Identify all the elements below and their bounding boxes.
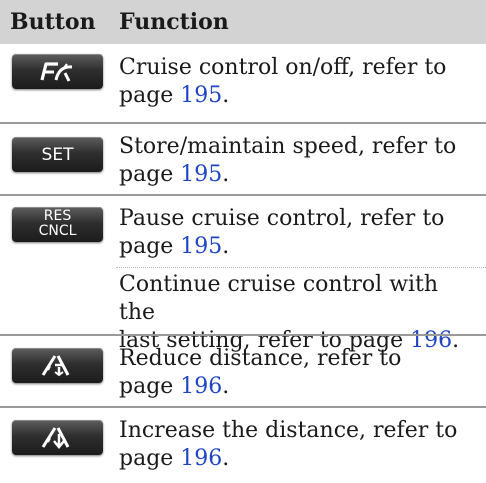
header-button: Button <box>10 9 96 35</box>
row-text: Increase the distance, refer to page 196… <box>119 418 458 471</box>
row-text: Cruise control on/off, refer to page 195… <box>119 55 447 108</box>
page-link[interactable]: 195 <box>180 234 222 259</box>
res-cncl-button[interactable]: RES CNCL <box>12 207 103 242</box>
page-link[interactable]: 196 <box>180 446 222 471</box>
page-link[interactable]: 196 <box>180 374 222 399</box>
row-divider <box>0 406 486 408</box>
row-divider <box>0 122 486 124</box>
distance-decrease-icon <box>41 355 70 377</box>
row-text: Reduce distance, refer to page 196. <box>119 346 402 399</box>
table-header: Button Function <box>0 0 486 44</box>
row-divider <box>0 194 486 196</box>
cruise-control-icon <box>40 62 73 82</box>
set-button[interactable]: SET <box>12 137 103 172</box>
row-text: Pause cruise control, refer to page 195. <box>119 206 445 259</box>
reduce-distance-button[interactable] <box>12 348 103 383</box>
page-link[interactable]: 195 <box>180 162 222 187</box>
cruise-control-button[interactable] <box>12 54 103 89</box>
row-text: Store/maintain speed, refer to page 195. <box>119 134 457 187</box>
page-link[interactable]: 195 <box>180 83 222 108</box>
increase-distance-button[interactable] <box>12 420 103 455</box>
subrow-divider <box>116 267 486 268</box>
row-divider <box>0 334 486 336</box>
row-text: Continue cruise control with the last se… <box>119 272 460 353</box>
header-function: Function <box>119 9 229 35</box>
distance-increase-icon <box>41 427 70 449</box>
